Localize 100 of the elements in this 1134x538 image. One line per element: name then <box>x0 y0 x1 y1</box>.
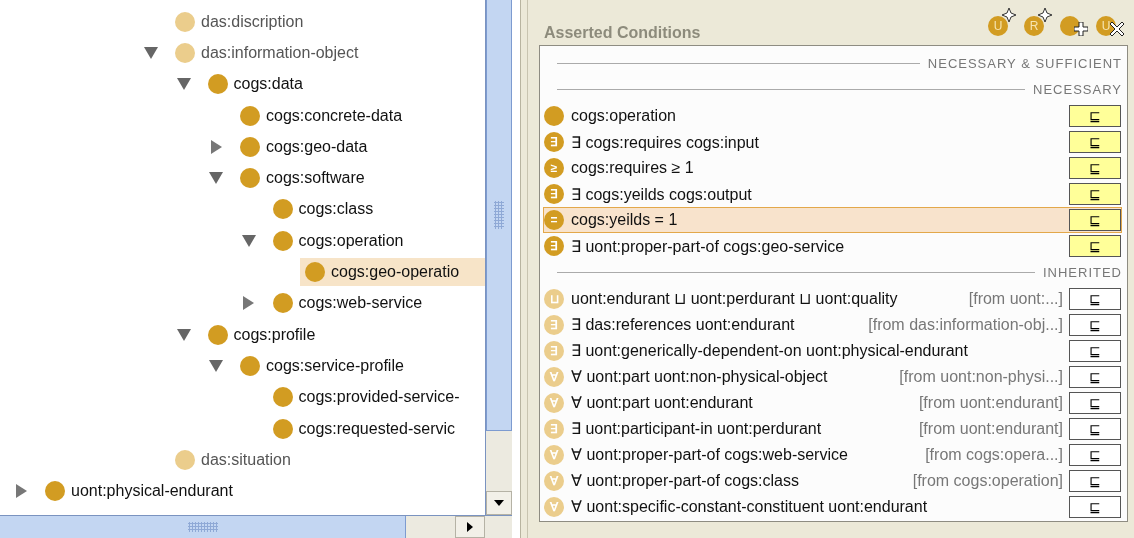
condition-row[interactable]: cogs:operation ⊑ <box>543 103 1122 129</box>
scroll-thumb[interactable] <box>486 0 512 431</box>
tree-item[interactable]: uont:physical-endurant <box>40 477 485 506</box>
condition-icon: ∃ <box>544 236 564 256</box>
condition-row[interactable]: ∃ ∃ uont:proper-part-of cogs:geo-service ⊑ <box>543 233 1122 259</box>
condition-text: ∃ das:references uont:endurant <box>571 315 796 334</box>
tree-item[interactable]: cogs:class <box>267 195 485 224</box>
condition-text: uont:endurant ⊔ uont:perdurant ⊔ uont:quality <box>571 289 899 308</box>
grip-icon <box>494 201 504 229</box>
subclass-button[interactable]: ⊑ <box>1069 157 1121 179</box>
class-name: cogs:requested-servic <box>298 419 455 438</box>
subclass-button[interactable]: ⊑ <box>1069 417 1121 440</box>
scroll-right-button[interactable] <box>455 516 485 538</box>
condition-text: ∀ uont:part uont:endurant <box>571 393 754 412</box>
tree-item[interactable]: cogs:geo-data <box>235 132 485 161</box>
condition-text: cogs:yeilds = 1 <box>571 211 679 229</box>
tree-item[interactable]: cogs:web-service <box>267 289 485 318</box>
subclass-button[interactable]: ⊑ <box>1069 495 1121 518</box>
tree-item[interactable]: cogs:service-profile <box>235 351 485 380</box>
condition-row[interactable]: ∃ ∃ cogs:yeilds cogs:output ⊑ <box>543 181 1122 207</box>
subclass-button[interactable]: ⊑ <box>1069 339 1121 362</box>
subclass-button[interactable]: ⊑ <box>1069 183 1121 205</box>
subclass-button[interactable]: ⊑ <box>1069 287 1121 310</box>
grip-icon <box>187 522 218 532</box>
tree-item[interactable]: das:situation <box>170 445 485 474</box>
condition-text: ∀ uont:part uont:non-physical-object <box>571 367 829 386</box>
condition-row[interactable]: ∃ ∃ cogs:requires cogs:input ⊑ <box>543 129 1122 155</box>
subclass-button[interactable]: ⊑ <box>1069 209 1121 231</box>
condition-icon: ∃ <box>544 418 564 439</box>
condition-text: ∃ uont:proper-part-of cogs:geo-service <box>571 236 846 256</box>
condition-icon: ∃ <box>544 132 564 152</box>
tree-item[interactable]: cogs:data <box>202 70 485 99</box>
subclass-button[interactable]: ⊑ <box>1069 313 1121 336</box>
condition-icon: ∀ <box>544 496 564 517</box>
class-name: cogs:concrete-data <box>266 106 403 125</box>
tree-item[interactable]: cogs:geo-operatio <box>300 258 485 286</box>
inherited-source: [from uont:...] <box>968 289 1063 308</box>
caret-down-icon <box>494 500 504 506</box>
class-name: cogs:web-service <box>298 294 423 313</box>
condition-text: ∀ uont:proper-part-of cogs:class <box>571 471 800 490</box>
inherited-source: [from uont:endurant] <box>918 419 1063 438</box>
tree-item[interactable]: cogs:concrete-data <box>235 101 485 130</box>
condition-icon: ≥ <box>544 158 564 178</box>
subclass-button[interactable]: ⊑ <box>1069 469 1121 492</box>
condition-row[interactable]: ∀ ∀ uont:part uont:endurant [from uont:endurant] ⊑ <box>543 389 1122 416</box>
inherited-source: [from das:information-obj...] <box>868 315 1063 334</box>
condition-text: ∃ cogs:yeilds cogs:output <box>571 184 753 204</box>
subclass-button[interactable]: ⊑ <box>1069 105 1121 127</box>
condition-text: ∃ uont:participant-in uont:perdurant <box>571 419 823 438</box>
class-name: das:situation <box>201 450 291 469</box>
condition-row[interactable]: ∀ ∀ uont:part uont:non-physical-object [from uont:non-physi...] ⊑ <box>543 363 1122 390</box>
condition-row[interactable]: ∀ ∀ uont:specific-constant-constituent uont:endurant ⊑ <box>543 493 1122 520</box>
subclass-button[interactable]: ⊑ <box>1069 131 1121 153</box>
class-name: cogs:provided-service- <box>298 388 460 407</box>
condition-icon: ∀ <box>544 444 564 465</box>
tree-item[interactable]: das:information-object <box>170 38 485 67</box>
inherited-source: [from uont:non-physi...] <box>899 367 1063 386</box>
class-name: cogs:software <box>266 169 365 188</box>
section-header: INHERITED <box>1042 264 1122 280</box>
condition-row[interactable]: ∃ ∃ uont:participant-in uont:perdurant [from uont:endurant] ⊑ <box>543 415 1122 442</box>
condition-row[interactable]: ⊔ uont:endurant ⊔ uont:perdurant ⊔ uont:quality [from uont:...] ⊑ <box>543 285 1122 312</box>
class-name: cogs:class <box>298 200 374 219</box>
condition-icon: ∀ <box>544 470 564 491</box>
panel-title: Asserted Conditions <box>543 24 702 43</box>
condition-text: ∀ uont:proper-part-of cogs:web-service <box>571 445 849 464</box>
tree-item[interactable]: das:discription <box>170 7 485 36</box>
tree-item[interactable]: cogs:requested-servic <box>267 414 485 443</box>
tree-item[interactable]: cogs:operation <box>267 226 485 255</box>
condition-text: ∀ uont:specific-constant-constituent uont:endurant <box>571 497 929 516</box>
star-icon <box>1002 8 1016 22</box>
class-name: das:information-object <box>201 43 359 62</box>
condition-text: cogs:requires ≥ 1 <box>571 159 695 177</box>
subclass-button[interactable]: ⊑ <box>1069 365 1121 388</box>
condition-row[interactable]: = cogs:yeilds = 1 ⊑ <box>543 207 1122 233</box>
tree-item[interactable]: cogs:software <box>235 164 485 193</box>
class-name: cogs:geo-operatio <box>331 263 460 281</box>
tree-item[interactable]: cogs:provided-service- <box>267 383 485 412</box>
condition-icon: ⊔ <box>544 288 564 309</box>
condition-row[interactable]: ≥ cogs:requires ≥ 1 ⊑ <box>543 155 1122 181</box>
condition-text: ∃ uont:generically-dependent-on uont:physical-endurant <box>571 341 969 360</box>
condition-text: cogs:operation <box>571 107 677 125</box>
condition-row[interactable]: ∀ ∀ uont:proper-part-of cogs:web-service [from cogs:opera...] ⊑ <box>543 441 1122 468</box>
inherited-source: [from cogs:operation] <box>912 471 1063 490</box>
scroll-thumb[interactable] <box>0 516 406 538</box>
tree-item[interactable]: cogs:profile <box>202 320 485 349</box>
subclass-button[interactable]: ⊑ <box>1069 391 1121 414</box>
condition-row[interactable]: ∃ ∃ uont:generically-dependent-on uont:physical-endurant ⊑ <box>543 337 1122 364</box>
scroll-down-button[interactable] <box>486 491 512 515</box>
class-name: cogs:service-profile <box>266 356 404 375</box>
section-header: NECESSARY <box>1033 82 1122 98</box>
condition-row[interactable]: ∀ ∀ uont:proper-part-of cogs:class [from cogs:operation] ⊑ <box>543 467 1122 494</box>
class-name: cogs:geo-data <box>266 137 368 156</box>
subclass-button[interactable]: ⊑ <box>1069 235 1121 257</box>
class-name: uont:physical-endurant <box>71 482 233 501</box>
condition-icon: ∀ <box>544 392 564 413</box>
condition-icon: = <box>544 210 564 230</box>
class-name: cogs:data <box>233 75 303 94</box>
condition-row[interactable]: ∃ ∃ das:references uont:endurant [from das:information-obj...] ⊑ <box>543 311 1122 338</box>
subclass-button[interactable]: ⊑ <box>1069 443 1121 466</box>
plus-icon <box>1074 22 1088 36</box>
